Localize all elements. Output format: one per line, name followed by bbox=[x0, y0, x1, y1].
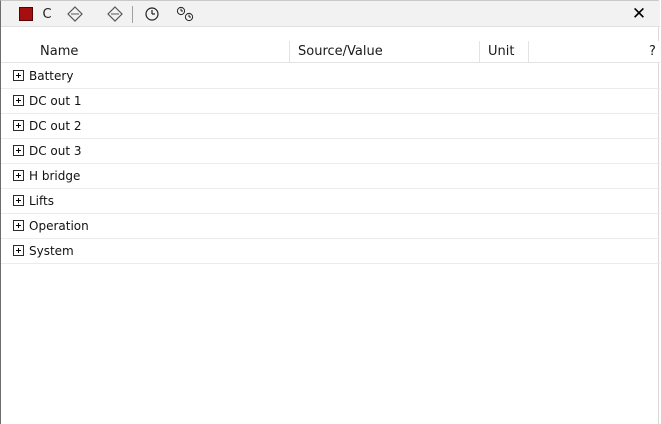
tree-row-label: DC out 1 bbox=[29, 94, 82, 108]
tree-row[interactable]: DC out 1 bbox=[1, 89, 660, 114]
column-help-header[interactable]: ? bbox=[649, 41, 656, 63]
stop-button[interactable] bbox=[17, 1, 35, 27]
tree-row[interactable]: Operation bbox=[1, 214, 660, 239]
diamond-button-2[interactable] bbox=[104, 1, 126, 27]
close-icon: ✕ bbox=[631, 4, 647, 24]
diamond-icon bbox=[67, 6, 83, 22]
stop-square-icon bbox=[19, 7, 33, 21]
tree-row[interactable]: Lifts bbox=[1, 189, 660, 214]
clear-button[interactable]: C bbox=[39, 1, 55, 27]
column-unit-header[interactable]: Unit bbox=[488, 41, 514, 63]
tree-row-label: DC out 2 bbox=[29, 119, 82, 133]
column-divider[interactable] bbox=[289, 41, 290, 63]
expand-icon[interactable] bbox=[13, 70, 24, 81]
column-header: Name Source/Value Unit ? bbox=[1, 41, 660, 63]
toolbar-separator bbox=[132, 6, 133, 23]
tree-row-label: System bbox=[29, 244, 74, 258]
column-name-header[interactable]: Name bbox=[40, 41, 78, 63]
toolbar: C ✕ bbox=[1, 1, 660, 27]
clock-icon bbox=[145, 7, 159, 21]
column-divider[interactable] bbox=[528, 41, 529, 63]
column-divider[interactable] bbox=[479, 41, 480, 63]
dual-clock-button[interactable] bbox=[174, 1, 198, 27]
expand-icon[interactable] bbox=[13, 195, 24, 206]
diamond-icon bbox=[107, 6, 123, 22]
close-button[interactable]: ✕ bbox=[629, 1, 649, 27]
expand-icon[interactable] bbox=[13, 220, 24, 231]
tree-row[interactable]: Battery bbox=[1, 64, 660, 89]
expand-icon[interactable] bbox=[13, 120, 24, 131]
expand-icon[interactable] bbox=[13, 95, 24, 106]
expand-icon[interactable] bbox=[13, 170, 24, 181]
tree-row[interactable]: DC out 3 bbox=[1, 139, 660, 164]
tree-row-label: Battery bbox=[29, 69, 74, 83]
tree-row-label: H bridge bbox=[29, 169, 81, 183]
tree-row[interactable]: DC out 2 bbox=[1, 114, 660, 139]
tree-row-label: DC out 3 bbox=[29, 144, 82, 158]
tree-row[interactable]: H bridge bbox=[1, 164, 660, 189]
tree-row-label: Lifts bbox=[29, 194, 54, 208]
variables-panel: C ✕ Name Source/Value Unit ? Battery DC … bbox=[0, 0, 660, 424]
clock-button[interactable] bbox=[142, 1, 162, 27]
dual-clock-icon bbox=[176, 6, 194, 22]
diamond-button-1[interactable] bbox=[64, 1, 86, 27]
expand-icon[interactable] bbox=[13, 245, 24, 256]
tree-row[interactable]: System bbox=[1, 239, 660, 264]
expand-icon[interactable] bbox=[13, 145, 24, 156]
tree-row-label: Operation bbox=[29, 219, 89, 233]
column-source-value-header[interactable]: Source/Value bbox=[298, 41, 383, 63]
